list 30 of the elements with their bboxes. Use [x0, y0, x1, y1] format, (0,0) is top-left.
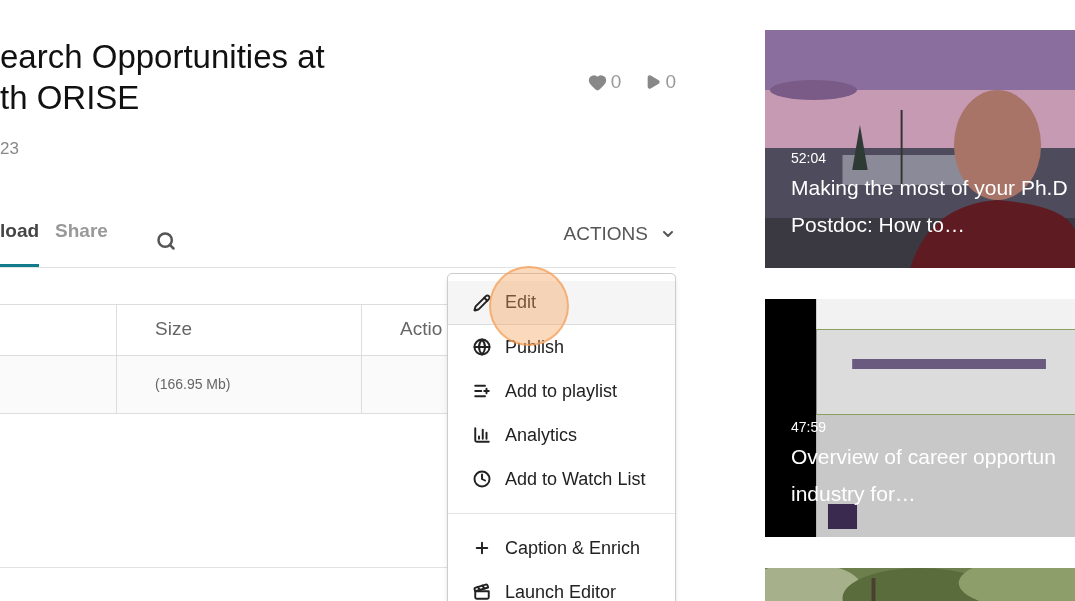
- stat-count: 0: [665, 69, 676, 94]
- play-icon: [645, 74, 662, 90]
- plus-icon: [473, 539, 491, 557]
- list-plus-icon: [473, 382, 491, 400]
- actions-dropdown[interactable]: ACTIONS: [563, 220, 676, 267]
- video-duration: 52:04: [791, 149, 827, 168]
- menu-item[interactable]: Edit: [448, 281, 675, 325]
- menu-item[interactable]: Analytics: [448, 413, 675, 457]
- bar-chart-icon: [473, 426, 491, 444]
- stat-count: 0: [610, 69, 622, 94]
- video-title[interactable]: Postdoc: How to…: [791, 206, 965, 243]
- menu-item[interactable]: Add to Watch List: [448, 457, 675, 501]
- upload-date: 23: [0, 138, 19, 160]
- globe-icon: [473, 338, 491, 356]
- column-header: Size: [117, 304, 362, 355]
- menu-item[interactable]: Publish: [448, 325, 675, 369]
- column-header: Actio: [399, 317, 443, 342]
- heart-icon: [587, 72, 607, 92]
- search-icon[interactable]: [155, 230, 176, 251]
- video-title: earch Opportunities at: [0, 37, 325, 77]
- menu-item[interactable]: Launch Editor: [448, 570, 675, 601]
- tab[interactable]: load: [0, 217, 40, 267]
- table-cell: (166.95 Mb): [117, 355, 362, 413]
- video-title: th ORISE: [0, 78, 141, 118]
- menu-item[interactable]: Caption & Enrich: [448, 526, 675, 570]
- video-title[interactable]: Making the most of your Ph.D: [791, 169, 1068, 206]
- clock-icon: [473, 470, 491, 488]
- menu-item[interactable]: Add to playlist: [448, 369, 675, 413]
- clapperboard-icon: [473, 583, 491, 601]
- pencil-icon: [473, 293, 491, 312]
